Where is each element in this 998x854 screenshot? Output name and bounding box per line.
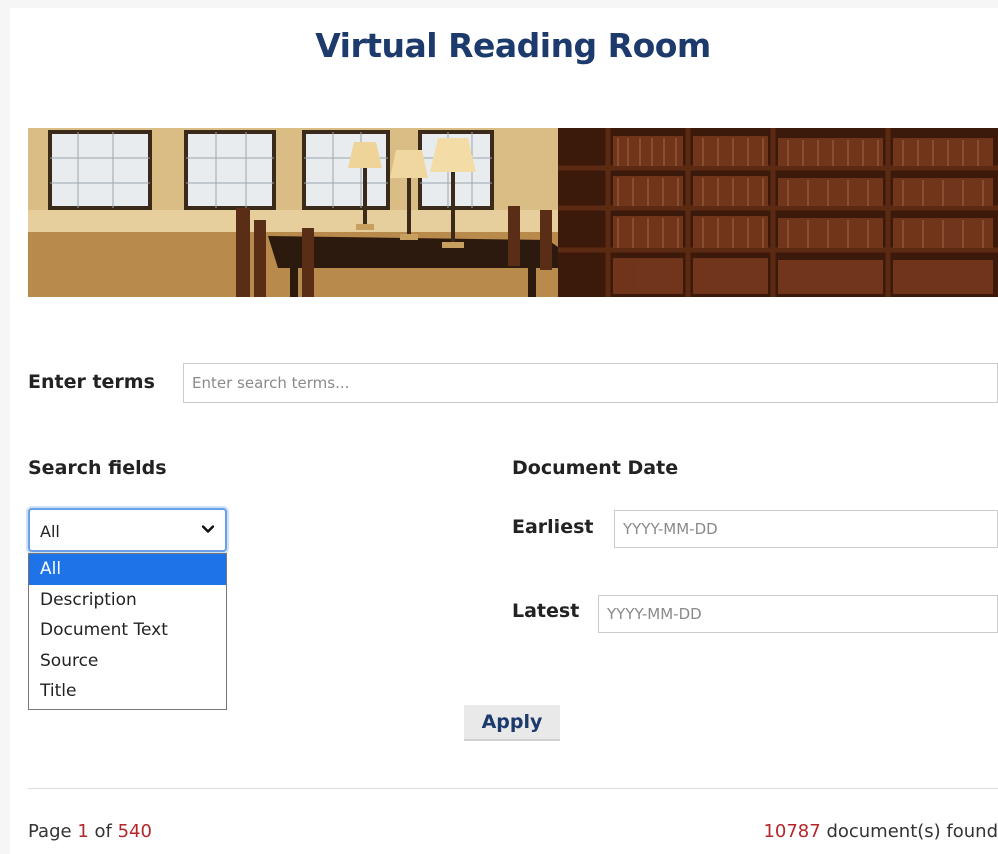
search-fields-select[interactable]: All	[28, 508, 227, 552]
chevron-down-icon	[201, 525, 215, 533]
earliest-date-input[interactable]	[614, 510, 998, 548]
earliest-date-label: Earliest	[512, 516, 594, 538]
search-fields-heading: Search fields	[28, 457, 167, 479]
results-count: 10787 document(s) found	[763, 821, 998, 842]
of-word: of	[94, 821, 112, 842]
search-field-option-description[interactable]: Description	[29, 585, 226, 616]
total-pages-number: 540	[117, 821, 152, 842]
search-field-option-source[interactable]: Source	[29, 646, 226, 677]
reading-room-banner-image	[28, 128, 998, 297]
page: Virtual Reading Room Enter terms Enter s…	[10, 8, 998, 854]
search-fields-selected-value: All	[40, 522, 60, 541]
search-fields-dropdown-list: All Description Document Text Source Tit…	[28, 553, 227, 710]
latest-date-input[interactable]	[598, 595, 998, 633]
documents-found-count: 10787	[763, 821, 821, 842]
apply-button[interactable]: Apply	[464, 705, 560, 741]
search-field-option-document-text[interactable]: Document Text	[29, 615, 226, 646]
search-field-option-title[interactable]: Title	[29, 676, 226, 707]
divider	[28, 788, 998, 789]
documents-found-suffix: document(s) found	[826, 821, 998, 842]
search-field-option-all[interactable]: All	[29, 554, 226, 585]
document-date-heading: Document Date	[512, 457, 679, 479]
page-title: Virtual Reading Room	[315, 26, 711, 65]
current-page-number: 1	[77, 821, 89, 842]
latest-date-label: Latest	[512, 600, 580, 622]
pagination-status: Page 1 of 540	[28, 821, 152, 842]
enter-terms-label: Enter terms	[28, 371, 155, 393]
page-prefix: Page	[28, 821, 72, 842]
search-terms-input[interactable]	[183, 363, 998, 403]
